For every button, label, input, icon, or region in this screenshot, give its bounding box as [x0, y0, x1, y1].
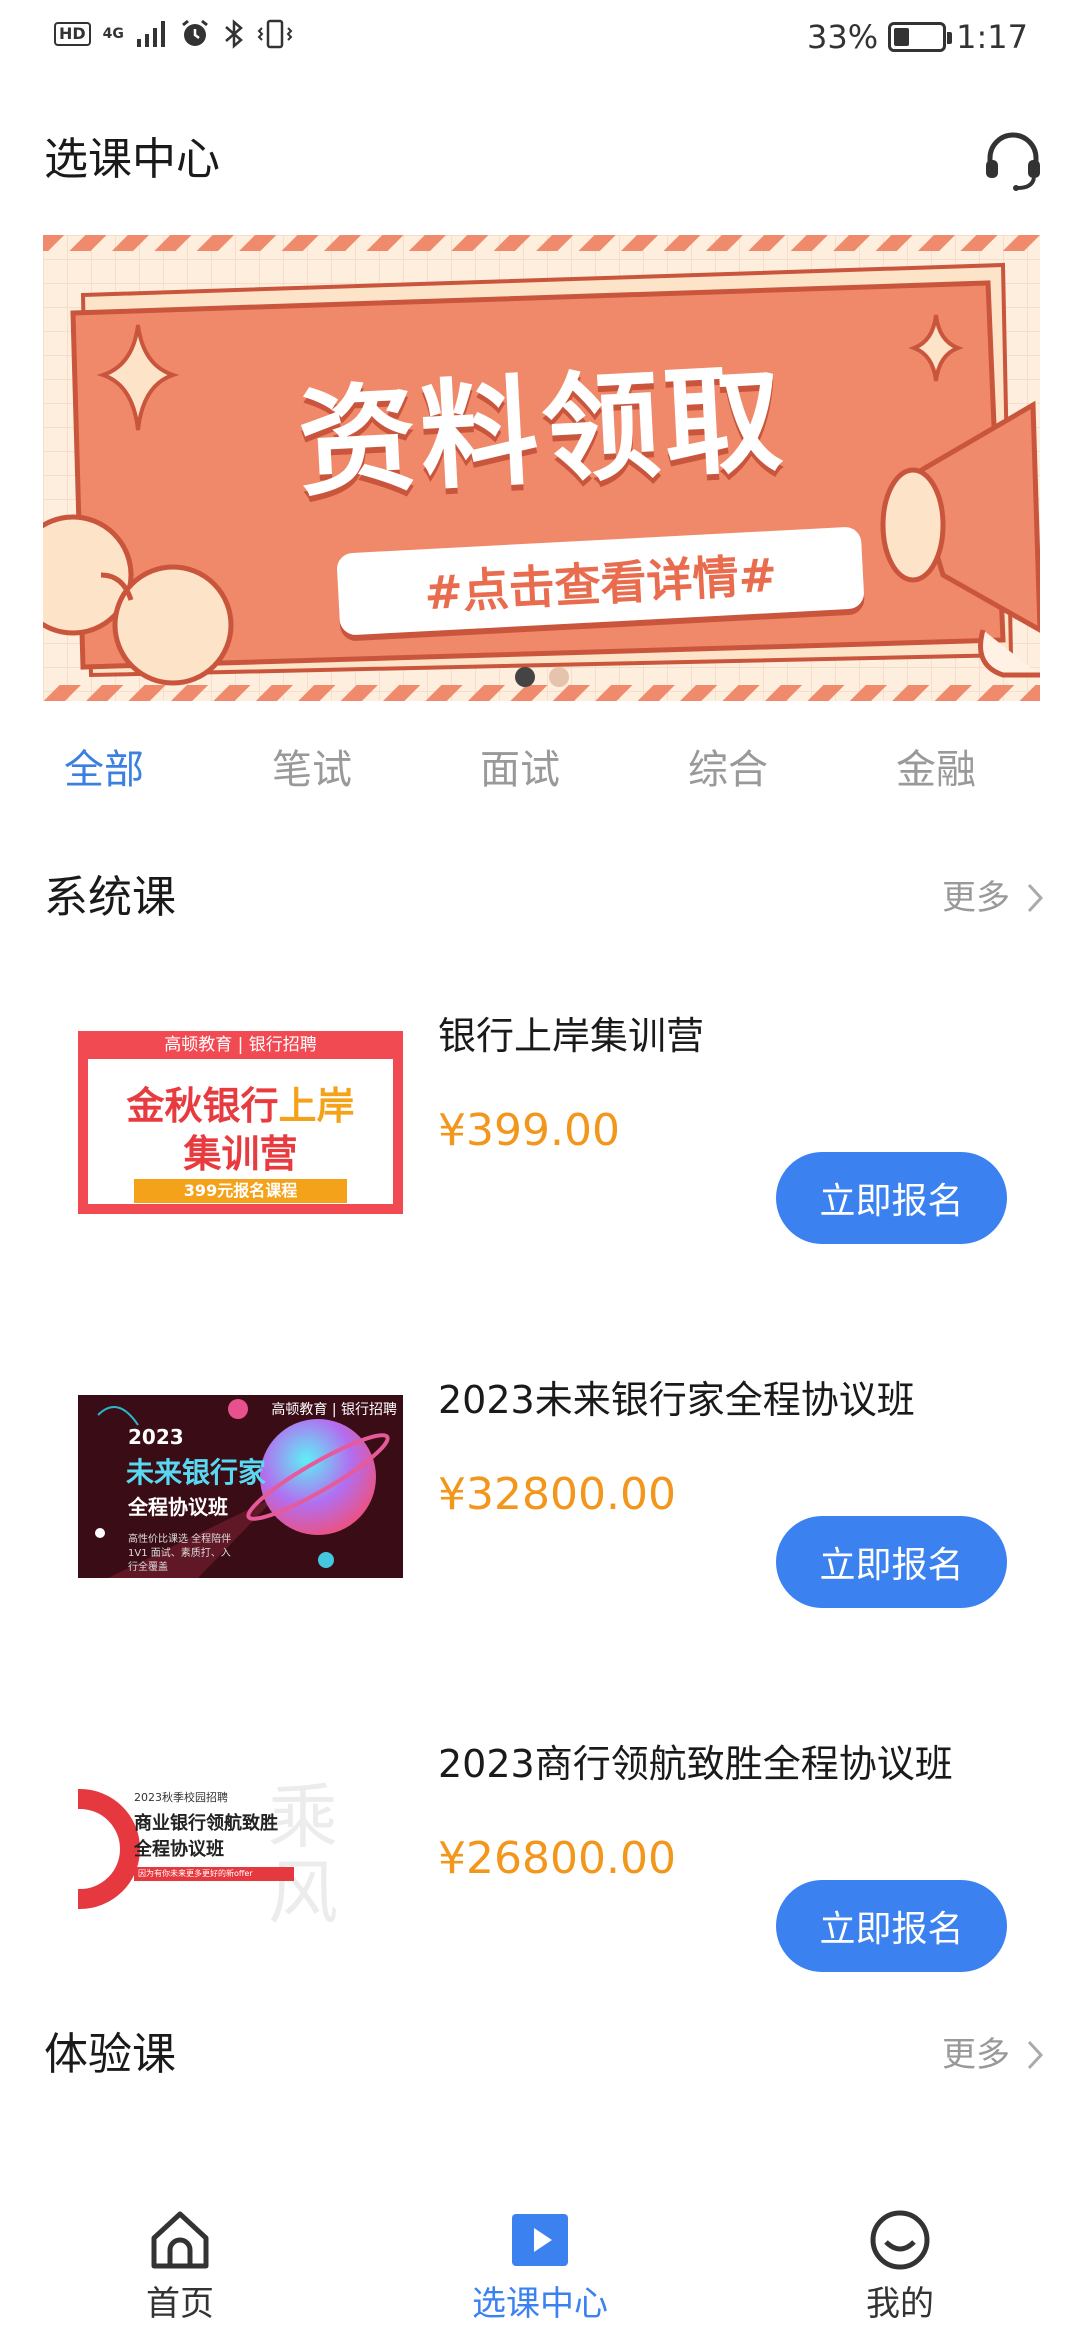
page-title: 选课中心 — [44, 134, 220, 185]
course-card[interactable]: 乘风 2023秋季校园招聘 商业银行领航致胜 全程协议班 因为有你未来更多更好的… — [0, 1723, 1080, 2023]
thumb-line-1b: 上岸 — [278, 1084, 355, 1128]
promo-banner[interactable]: 资料领取 #点击查看详情# — [43, 235, 1040, 701]
nav-profile[interactable]: 我的 — [720, 2190, 1080, 2340]
battery-level — [894, 28, 910, 46]
course-card[interactable]: 高顿教育 | 银行招聘 金秋银行上岸 集训营 399元报名课程 银行上岸集训营 … — [0, 995, 1080, 1295]
thumb-line-3: 高性价比课选 全程陪伴1V1 面试、素质打、入行全覆盖 — [128, 1534, 232, 1573]
clock: 1:17 — [956, 18, 1028, 56]
thumb-brand: 高顿教育 | 银行招聘 — [78, 1031, 403, 1059]
thumb-line-1: 商业银行领航致胜 — [134, 1813, 278, 1834]
thumb-line-1a: 金秋银行 — [126, 1084, 279, 1128]
bottom-navigation: 首页 选课中心 我的 — [0, 2190, 1080, 2340]
thumb-brand: 高顿教育 | 银行招聘 — [271, 1402, 397, 1418]
thumb-line-2: 全程协议班 — [128, 1495, 228, 1519]
status-bar: HD 4G 33% 1:17 — [0, 0, 1080, 74]
carousel-indicator — [515, 667, 569, 687]
nav-label-profile: 我的 — [866, 2284, 934, 2324]
smile-profile-icon — [870, 2210, 930, 2270]
nav-label-course-center: 选课中心 — [472, 2284, 608, 2324]
enroll-button[interactable]: 立即报名 — [776, 1516, 1007, 1608]
thumb-line-2: 集训营 — [183, 1132, 298, 1176]
tab-all[interactable]: 全部 — [0, 730, 208, 810]
course-price: ¥32800.00 — [438, 1469, 676, 1520]
thumb-line-2: 全程协议班 — [134, 1839, 224, 1860]
signal-icon — [136, 21, 165, 47]
more-label: 更多 — [942, 2035, 1010, 2075]
course-name: 2023商行领航致胜全程协议班 — [438, 1742, 953, 1786]
alarm-icon — [181, 19, 208, 46]
course-price: ¥26800.00 — [438, 1833, 676, 1884]
chevron-right-icon — [1027, 2040, 1044, 2070]
course-name: 银行上岸集训营 — [438, 1014, 705, 1058]
enroll-button[interactable]: 立即报名 — [776, 1152, 1007, 1244]
thumb-ring-graphic — [78, 1789, 140, 1909]
thumb-line-1: 金秋银行上岸 — [78, 1075, 403, 1130]
enroll-button[interactable]: 立即报名 — [776, 1880, 1007, 1972]
status-icons-right: 33% 1:17 — [807, 18, 1028, 56]
battery-percent: 33% — [807, 18, 879, 56]
bluetooth-icon — [224, 19, 243, 49]
hd-icon: HD — [54, 22, 91, 46]
more-link-trial[interactable]: 更多 — [942, 2020, 1044, 2090]
tab-interview[interactable]: 面试 — [416, 730, 624, 810]
vibrate-icon — [257, 19, 293, 49]
thumb-line-1: 未来银行家 — [126, 1456, 267, 1489]
section-title-system: 系统课 — [44, 872, 176, 923]
course-price: ¥399.00 — [438, 1105, 620, 1156]
thumb-line-3: 399元报名课程 — [134, 1179, 347, 1203]
play-course-icon — [512, 2214, 568, 2266]
network-type: 4G — [102, 26, 124, 42]
thumb-line-3: 因为有你未来更多更好的新offer — [134, 1867, 294, 1881]
carousel-dot-2[interactable] — [549, 667, 569, 687]
nav-label-home: 首页 — [146, 2284, 214, 2324]
headset-icon[interactable] — [982, 130, 1044, 192]
nav-course-center[interactable]: 选课中心 — [360, 2190, 720, 2340]
category-tabs: 全部 笔试 面试 综合 金融 — [0, 730, 1080, 810]
section-title-trial: 体验课 — [44, 2029, 176, 2080]
course-thumbnail: 乘风 2023秋季校园招聘 商业银行领航致胜 全程协议班 因为有你未来更多更好的… — [78, 1759, 403, 1942]
chevron-right-icon — [1027, 883, 1044, 913]
nav-home[interactable]: 首页 — [0, 2190, 360, 2340]
course-thumbnail: 高顿教育 | 银行招聘 2023 未来银行家 全程协议班 高性价比课选 全程陪伴… — [78, 1395, 403, 1578]
course-thumbnail: 高顿教育 | 银行招聘 金秋银行上岸 集训营 399元报名课程 — [78, 1031, 403, 1214]
tab-written-exam[interactable]: 笔试 — [208, 730, 416, 810]
carousel-dot-1[interactable] — [515, 667, 535, 687]
tab-comprehensive[interactable]: 综合 — [624, 730, 832, 810]
thumb-year: 2023秋季校园招聘 — [134, 1791, 228, 1804]
home-icon — [151, 2211, 209, 2269]
section-header-trial: 体验课 更多 — [44, 2020, 1044, 2090]
more-link-system[interactable]: 更多 — [942, 863, 1044, 933]
battery-icon — [888, 22, 953, 52]
header: 选课中心 — [44, 120, 1044, 200]
tab-finance[interactable]: 金融 — [832, 730, 1040, 810]
course-name: 2023未来银行家全程协议班 — [438, 1378, 915, 1422]
status-icons-left: HD 4G — [54, 18, 293, 50]
thumb-calligraphy: 乘风 — [268, 1776, 338, 1934]
course-card[interactable]: 高顿教育 | 银行招聘 2023 未来银行家 全程协议班 高性价比课选 全程陪伴… — [0, 1359, 1080, 1659]
section-header-system: 系统课 更多 — [44, 863, 1044, 933]
more-label: 更多 — [942, 878, 1010, 918]
thumb-year: 2023 — [128, 1425, 184, 1449]
